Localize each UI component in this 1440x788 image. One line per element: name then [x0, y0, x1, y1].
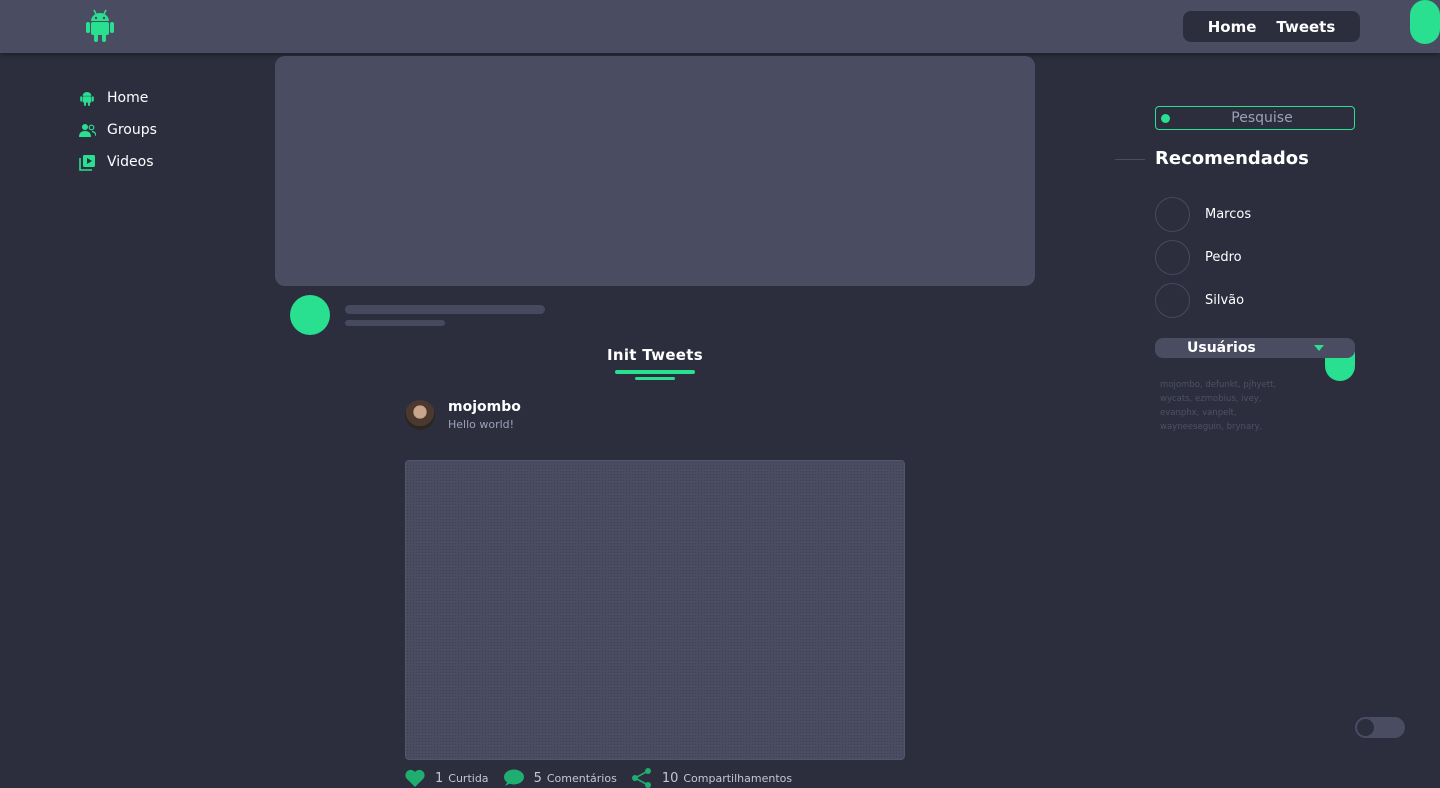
recommended-title: Recomendados: [1155, 148, 1309, 169]
users-icon: [78, 121, 96, 139]
top-header: Home Tweets: [0, 0, 1440, 53]
like-label: Curtida: [448, 771, 489, 785]
top-nav: Home Tweets: [1183, 11, 1360, 42]
section-title: Init Tweets: [607, 346, 703, 364]
like-count: 1: [435, 770, 444, 786]
avatar: [1155, 283, 1190, 318]
share-button[interactable]: 10 Compartilhamentos: [631, 768, 792, 788]
comment-button[interactable]: 5 Comentários: [503, 769, 617, 787]
search-indicator-icon: [1161, 114, 1170, 123]
accent-pill[interactable]: [1410, 0, 1440, 44]
sidebar-item-label: Groups: [107, 122, 157, 138]
nav-tweets[interactable]: Tweets: [1276, 18, 1335, 36]
toggle-knob: [1357, 719, 1374, 736]
title-underline: [635, 377, 675, 380]
tweet-text: Hello world!: [448, 418, 515, 431]
profile-avatar[interactable]: [290, 295, 330, 335]
sidebar-item-label: Videos: [107, 154, 154, 170]
like-button[interactable]: 1 Curtida: [405, 769, 489, 787]
avatar: [1155, 240, 1190, 275]
android-icon: [78, 89, 96, 107]
tweet-username[interactable]: mojombo: [448, 399, 521, 415]
nav-home[interactable]: Home: [1208, 18, 1257, 36]
search-box: [1155, 106, 1355, 130]
video-library-icon: [78, 153, 96, 171]
recommended-item[interactable]: Silvão: [1155, 283, 1244, 318]
avatar: [1155, 197, 1190, 232]
sidebar-item-videos[interactable]: Videos: [78, 146, 157, 178]
users-dropdown[interactable]: Usuários: [1155, 338, 1355, 358]
theme-toggle[interactable]: [1355, 717, 1405, 738]
users-list: mojombo, defunkt, pjhyett, wycats, ezmob…: [1160, 380, 1277, 432]
avatar[interactable]: [405, 400, 435, 430]
comment-label: Comentários: [546, 771, 617, 785]
heart-icon: [405, 769, 425, 787]
android-icon[interactable]: [86, 9, 114, 42]
sidebar: Home Groups Videos: [78, 82, 157, 178]
cover-banner: [275, 56, 1035, 286]
sidebar-item-groups[interactable]: Groups: [78, 114, 157, 146]
skeleton-line: [345, 305, 545, 314]
users-dropdown-label: Usuários: [1187, 340, 1256, 356]
tweet-actions: 1 Curtida 5 Comentários 10 Compartilhame…: [405, 768, 806, 788]
recommended-name: Pedro: [1205, 250, 1242, 265]
share-label: Compartilhamentos: [683, 771, 793, 785]
title-underline: [615, 370, 695, 374]
tweet-media[interactable]: [405, 460, 905, 760]
share-icon: [631, 768, 651, 788]
caret-down-icon: [1314, 345, 1324, 351]
share-count: 10: [661, 770, 679, 786]
skeleton-line: [345, 320, 445, 326]
recommended-name: Silvão: [1205, 293, 1245, 308]
comment-count: 5: [533, 770, 542, 786]
sidebar-item-label: Home: [107, 90, 149, 106]
comment-icon: [503, 769, 524, 786]
sidebar-item-home[interactable]: Home: [78, 82, 157, 114]
recommended-item[interactable]: Marcos: [1155, 197, 1251, 232]
search-input[interactable]: [1174, 109, 1350, 127]
recommended-item[interactable]: Pedro: [1155, 240, 1242, 275]
recommended-name: Marcos: [1205, 207, 1252, 222]
divider: [1115, 159, 1145, 160]
